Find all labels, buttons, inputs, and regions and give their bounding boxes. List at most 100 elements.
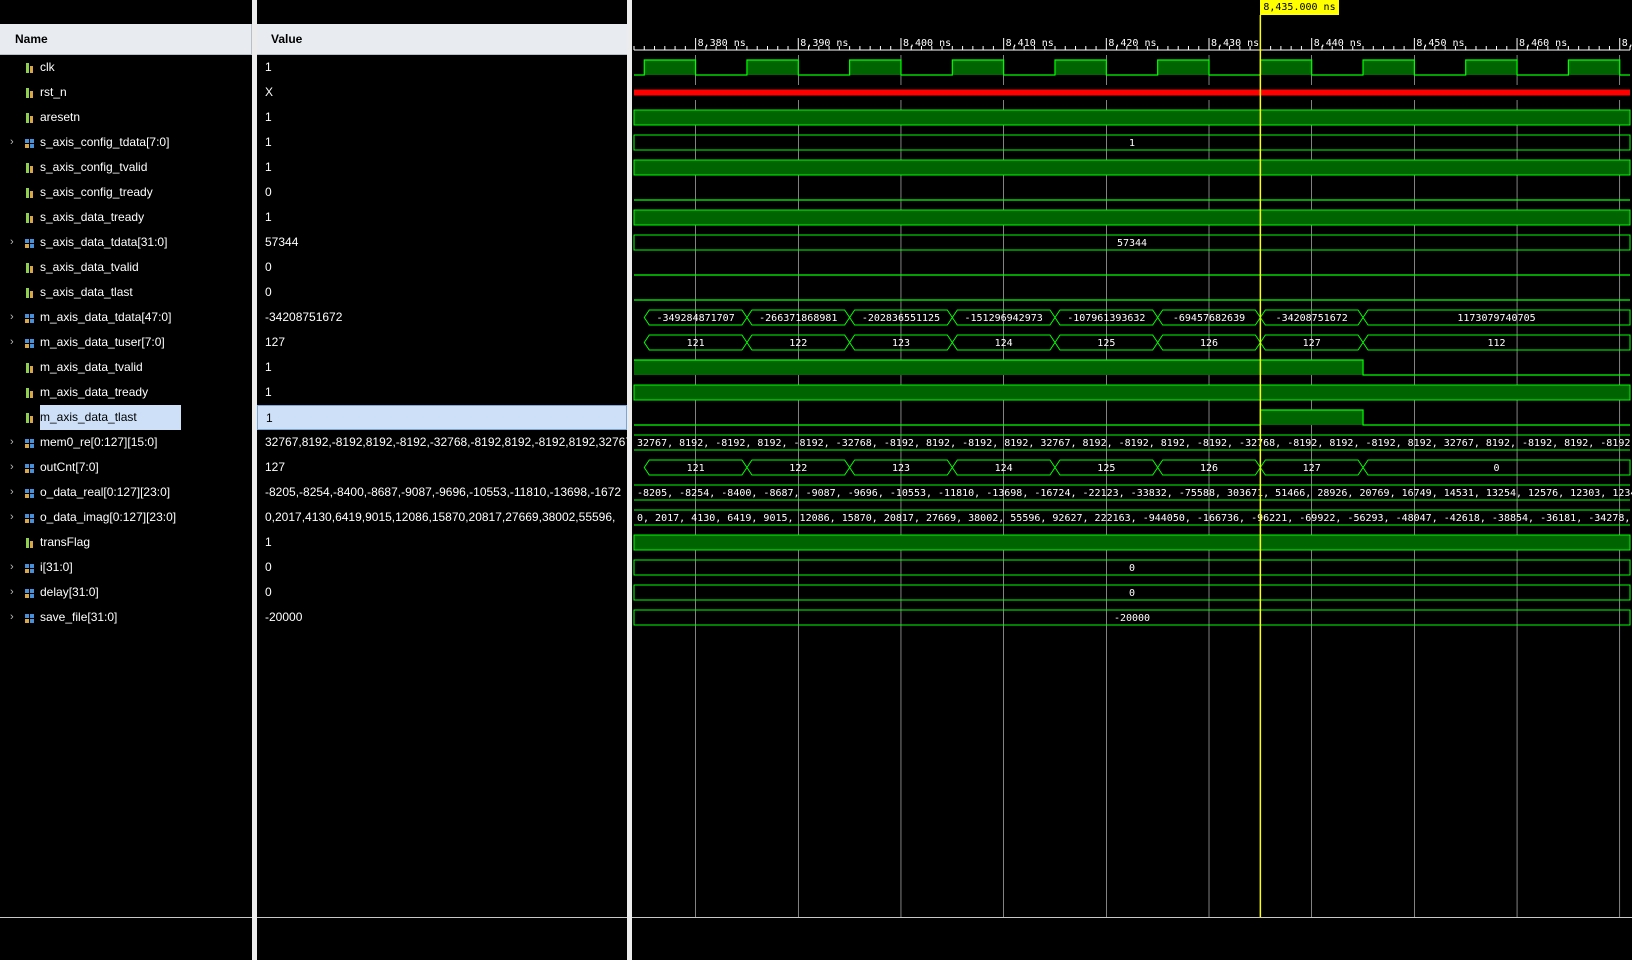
logic-high-wave	[633, 109, 1631, 126]
signal-value: 127	[265, 335, 286, 349]
bus-segment-value: 0	[1129, 588, 1135, 599]
signal-value-row[interactable]: 1	[257, 355, 627, 380]
cursor-time-marker[interactable]: 8,435.000 ns	[1260, 0, 1339, 15]
signal-value-row[interactable]: 1	[257, 530, 627, 555]
pulse-wave-outline	[634, 409, 1630, 426]
signal-row[interactable]: m_axis_data_tlast	[0, 405, 252, 430]
signal-name: outCnt[7:0]	[40, 460, 99, 474]
expand-chevron-icon[interactable]: ›	[10, 505, 18, 530]
bus-segment-value: 0	[1129, 563, 1135, 574]
signal-value-row[interactable]: 1	[257, 205, 627, 230]
signal-row[interactable]: › mem0_re[0:127][15:0]	[0, 430, 252, 455]
signal-row[interactable]: clk	[0, 55, 252, 80]
signal-row[interactable]: › save_file[31:0]	[0, 605, 252, 630]
bus-segment-value: 57344	[1117, 238, 1147, 249]
bus-segment-value: -20000	[1114, 613, 1150, 624]
signal-name: s_axis_config_tvalid	[40, 160, 148, 174]
signal-row[interactable]: s_axis_data_tready	[0, 205, 252, 230]
bus-segment-value: 127	[1303, 338, 1321, 349]
signal-value-row[interactable]: X	[257, 80, 627, 105]
name-pane: Name clk rst_naresetn › s_axis_config_tdata…	[0, 0, 252, 960]
expand-chevron-icon[interactable]: ›	[10, 605, 18, 630]
signal-value-row[interactable]: -34208751672	[257, 305, 627, 330]
waveform-pane[interactable]: 8,380 ns 8,390 ns 8,400 ns 8,410 ns 8,420 ns…	[632, 0, 1632, 960]
signal-row[interactable]: › m_axis_data_tuser[7:0]	[0, 330, 252, 355]
logic-high-wave	[633, 384, 1631, 401]
signal-value-row[interactable]: 1	[257, 380, 627, 405]
signal-value-row[interactable]: 1	[257, 155, 627, 180]
signal-row[interactable]: › m_axis_data_tdata[47:0]	[0, 305, 252, 330]
signal-name: s_axis_config_tready	[40, 185, 153, 199]
expand-chevron-icon[interactable]: ›	[10, 305, 18, 330]
array-bus-value: -8205, -8254, -8400, -8687, -9087, -9696…	[637, 488, 1632, 499]
waveform-canvas[interactable]: 8,380 ns 8,390 ns 8,400 ns 8,410 ns 8,420 ns…	[632, 0, 1632, 960]
signal-value-row[interactable]: -8205,-8254,-8400,-8687,-9087,-9696,-105…	[257, 480, 627, 505]
signal-name: save_file[31:0]	[40, 610, 118, 624]
signal-row[interactable]: › o_data_real[0:127][23:0]	[0, 480, 252, 505]
signal-value: 1	[265, 110, 272, 124]
name-column-header[interactable]: Name	[0, 24, 252, 55]
clock-high-phase	[746, 60, 799, 75]
signal-name: aresetn	[40, 110, 81, 124]
bus-segment-value: 123	[892, 463, 910, 474]
signal-row[interactable]: s_axis_config_tready	[0, 180, 252, 205]
signal-value-row[interactable]: 0	[257, 280, 627, 305]
expand-chevron-icon[interactable]: ›	[10, 130, 18, 155]
clock-high-phase	[849, 60, 901, 75]
signal-row[interactable]: m_axis_data_tready	[0, 380, 252, 405]
signal-value: 0,2017,4130,6419,9015,12086,15870,20817,…	[265, 510, 616, 524]
clock-high-phase	[1054, 60, 1107, 75]
signal-row[interactable]: rst_n	[0, 80, 252, 105]
expand-chevron-icon[interactable]: ›	[10, 480, 18, 505]
expand-chevron-icon[interactable]: ›	[10, 555, 18, 580]
signal-name: o_data_real[0:127][23:0]	[40, 485, 171, 499]
signal-row[interactable]: › delay[31:0]	[0, 580, 252, 605]
bus-signal-icon	[25, 614, 34, 623]
signal-row[interactable]: › o_data_imag[0:127][23:0]	[0, 505, 252, 530]
bus-signal-icon	[25, 464, 34, 473]
signal-row[interactable]: m_axis_data_tvalid	[0, 355, 252, 380]
signal-row[interactable]: › s_axis_config_tdata[7:0]	[0, 130, 252, 155]
clock-high-phase	[1568, 60, 1620, 75]
expand-chevron-icon[interactable]: ›	[10, 455, 18, 480]
ruler-tick-label: 8,430 ns	[1211, 38, 1259, 49]
logic-high-wave	[633, 209, 1631, 226]
signal-value-row[interactable]: 0,2017,4130,6419,9015,12086,15870,20817,…	[257, 505, 627, 530]
signal-value-row[interactable]: 57344	[257, 230, 627, 255]
signal-row[interactable]: › outCnt[7:0]	[0, 455, 252, 480]
signal-value-row[interactable]: 1	[257, 405, 627, 430]
signal-row[interactable]: aresetn	[0, 105, 252, 130]
signal-value-row[interactable]: 127	[257, 455, 627, 480]
bus-segment-value: 127	[1303, 463, 1321, 474]
expand-chevron-icon[interactable]: ›	[10, 330, 18, 355]
ruler-tick-label: 8,460 ns	[1519, 38, 1567, 49]
signal-value-row[interactable]: 32767,8192,-8192,8192,-8192,-32768,-8192…	[257, 430, 627, 455]
clock-high-phase	[1157, 60, 1210, 75]
expand-chevron-icon[interactable]: ›	[10, 230, 18, 255]
signal-row[interactable]: transFlag	[0, 530, 252, 555]
expand-chevron-icon[interactable]: ›	[10, 430, 18, 455]
signal-value-row[interactable]: 127	[257, 330, 627, 355]
bus-signal-icon	[25, 139, 34, 148]
signal-row[interactable]: s_axis_data_tlast	[0, 280, 252, 305]
signal-value-row[interactable]: 1	[257, 55, 627, 80]
bit-signal-icon	[26, 213, 33, 223]
signal-row[interactable]: › i[31:0]	[0, 555, 252, 580]
bus-segment-value: 112	[1487, 338, 1505, 349]
value-column-header[interactable]: Value	[257, 24, 627, 55]
signal-row[interactable]: s_axis_config_tvalid	[0, 155, 252, 180]
signal-value-row[interactable]: 0	[257, 555, 627, 580]
expand-chevron-icon[interactable]: ›	[10, 580, 18, 605]
signal-name: m_axis_data_tdata[47:0]	[40, 310, 172, 324]
signal-value-row[interactable]: 0	[257, 180, 627, 205]
signal-row[interactable]: › s_axis_data_tdata[31:0]	[0, 230, 252, 255]
signal-value-row[interactable]: 0	[257, 580, 627, 605]
bus-segment-value: -202836551125	[862, 313, 940, 324]
signal-value-row[interactable]: 1	[257, 105, 627, 130]
clock-high-phase	[1260, 60, 1312, 75]
signal-value-row[interactable]: 0	[257, 255, 627, 280]
signal-value-row[interactable]: -20000	[257, 605, 627, 630]
signal-row[interactable]: s_axis_data_tvalid	[0, 255, 252, 280]
bit-signal-icon	[26, 63, 33, 73]
signal-value-row[interactable]: 1	[257, 130, 627, 155]
